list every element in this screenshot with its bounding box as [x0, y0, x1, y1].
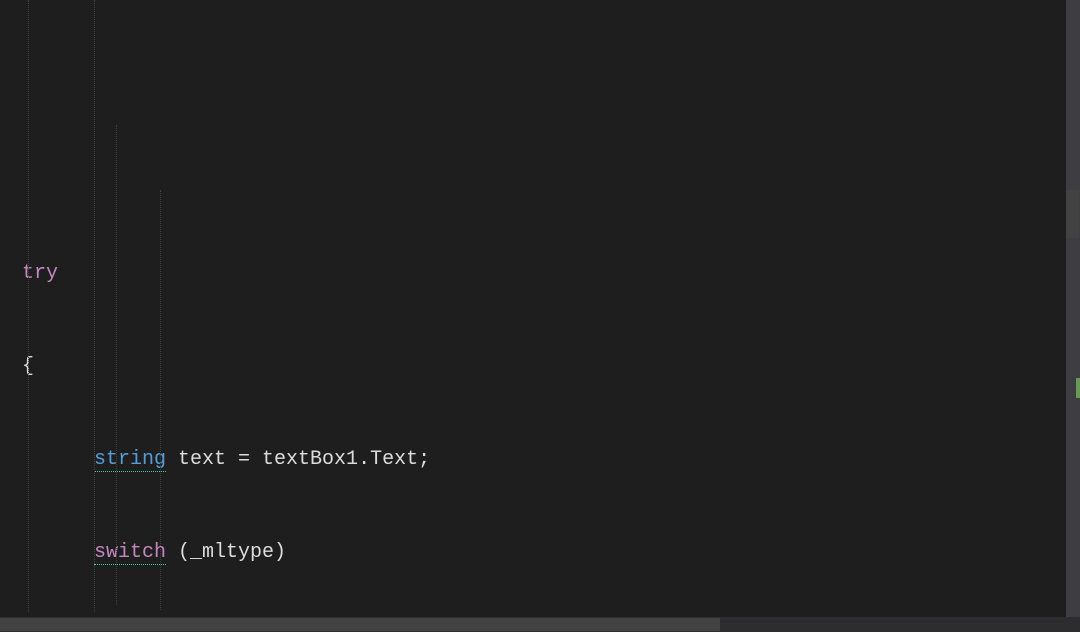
horizontal-scrollbar-thumb[interactable] [0, 618, 720, 631]
code-text: text = textBox1.Text; [166, 448, 430, 471]
minimap-marker [1076, 378, 1080, 398]
code-editor[interactable]: try { string text = textBox1.Text; switc… [0, 0, 1080, 632]
code-text-area[interactable]: try { string text = textBox1.Text; switc… [0, 0, 1065, 612]
keyword-switch: switch [94, 541, 166, 565]
indent-guide [160, 190, 161, 610]
vertical-scrollbar-thumb[interactable] [1066, 190, 1079, 238]
indent-guide [28, 0, 29, 612]
vertical-scrollbar-track[interactable] [1066, 0, 1080, 617]
code-text: (_mltype) [166, 541, 286, 564]
indent-guide [94, 0, 95, 612]
horizontal-scrollbar-track[interactable] [0, 617, 1080, 632]
indent-guide [116, 125, 117, 605]
type-string: string [94, 448, 166, 472]
